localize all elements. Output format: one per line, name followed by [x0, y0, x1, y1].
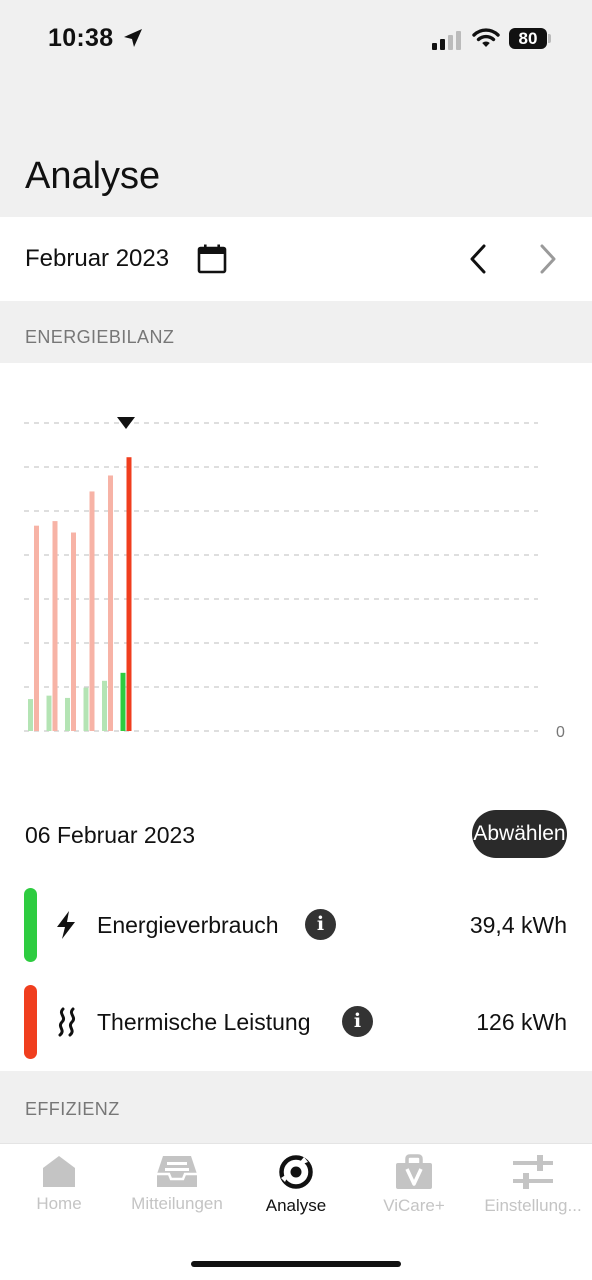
energy-balance-chart[interactable]: 0: [0, 363, 592, 783]
selection-marker-icon: [117, 417, 135, 429]
energy-consumption-color-bar: [24, 888, 37, 962]
page-title: Analyse: [25, 155, 161, 197]
home-icon: [43, 1156, 75, 1187]
previous-month-button[interactable]: [458, 239, 498, 279]
tab-vicare-plus[interactable]: ViCare+: [355, 1154, 473, 1234]
thermal-output-bar: [89, 491, 95, 731]
status-bar: 10:38 80: [0, 0, 592, 80]
thermal-output-bar: [52, 521, 58, 731]
info-icon[interactable]: i: [305, 909, 336, 940]
energy-balance-title: ENERGIEBILANZ: [25, 327, 175, 347]
thermal-output-bar: [71, 532, 76, 731]
tab-bar: Home Mitteilungen Analyse ViCare+ Einste…: [0, 1143, 592, 1280]
next-month-button[interactable]: [528, 239, 568, 279]
energy-consumption-value: 39,4 kWh: [469, 912, 567, 938]
energy-consumption-bar: [28, 699, 33, 731]
tab-label: Home: [36, 1194, 82, 1213]
energy-consumption-bar: [65, 697, 70, 731]
sliders-icon: [513, 1155, 553, 1189]
month-navigation: Februar 2023: [0, 217, 592, 301]
tab-label: Analyse: [265, 1196, 327, 1215]
thermal-output-value: 126 kWh: [476, 1009, 567, 1035]
legend-row-thermal-output: Thermische Leistung i 126 kWh: [0, 985, 592, 1059]
thermal-output-label: Thermische Leistung: [97, 1009, 311, 1035]
thermal-output-color-bar: [24, 985, 37, 1059]
efficiency-title: EFFIZIENZ: [25, 1099, 120, 1119]
tab-label: ViCare+: [383, 1196, 445, 1215]
battery-nub: [548, 34, 551, 43]
tab-analysis[interactable]: Analyse: [237, 1154, 355, 1234]
inbox-icon: [157, 1156, 197, 1187]
analysis-icon: [279, 1155, 313, 1189]
battery-indicator: 80: [509, 28, 547, 49]
energy-balance-header: ENERGIEBILANZ: [0, 301, 592, 363]
legend-row-energy-consumption: Energieverbrauch i 39,4 kWh: [0, 888, 592, 962]
status-time: 10:38: [48, 24, 114, 52]
selected-date: 06 Februar 2023: [25, 822, 196, 848]
month-label: Februar 2023: [25, 245, 170, 272]
shopping-bag-icon: [396, 1154, 432, 1189]
tab-home[interactable]: Home: [0, 1154, 118, 1234]
energy-consumption-bar: [83, 687, 89, 731]
energy-consumption-label: Energieverbrauch: [97, 912, 279, 938]
tab-messages[interactable]: Mitteilungen: [118, 1154, 236, 1234]
home-indicator: [191, 1261, 401, 1267]
location-arrow-icon: [124, 29, 142, 47]
energy-consumption-bar: [46, 695, 52, 731]
cellular-signal-icon: [432, 31, 461, 50]
chevron-left-icon: [470, 244, 486, 274]
energy-consumption-bar: [120, 672, 126, 731]
lightning-icon: [57, 911, 75, 939]
heat-waves-icon: [58, 1007, 76, 1037]
tab-settings[interactable]: Einstellung...: [474, 1154, 592, 1234]
y-axis-tick-label: 0: [556, 724, 565, 741]
thermal-output-bar: [108, 475, 113, 731]
energy-consumption-bar: [102, 680, 107, 731]
efficiency-header: EFFIZIENZ: [0, 1071, 592, 1143]
info-icon[interactable]: i: [342, 1006, 373, 1037]
thermal-output-bar: [34, 525, 39, 731]
tab-label: Einstellung...: [484, 1196, 582, 1215]
tab-label: Mitteilungen: [131, 1194, 223, 1213]
calendar-icon[interactable]: [196, 243, 228, 275]
deselect-button[interactable]: Abwählen: [472, 810, 567, 858]
chevron-right-icon: [540, 244, 556, 274]
wifi-icon: [472, 28, 500, 47]
thermal-output-bar: [126, 457, 132, 731]
energy-balance-panel: 0 06 Februar 2023 Abwählen Energieverbra…: [0, 363, 592, 1071]
